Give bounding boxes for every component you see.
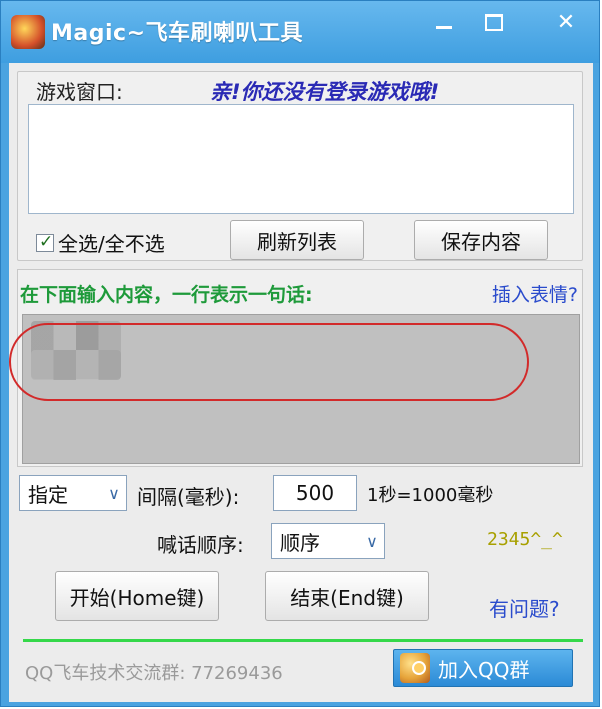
- qq-group-text: QQ飞车技术交流群: 77269436: [25, 663, 283, 684]
- message-textarea[interactable]: [9, 314, 580, 464]
- app-logo-icon: [11, 15, 45, 49]
- maximize-button[interactable]: [471, 7, 517, 37]
- minimize-button[interactable]: [421, 7, 467, 37]
- check-icon: ✓: [39, 231, 54, 252]
- minimize-icon: [436, 25, 452, 29]
- maximize-icon: [485, 13, 503, 31]
- close-icon: ✕: [556, 9, 576, 35]
- interval-input[interactable]: 500: [273, 475, 357, 511]
- window-title: Magic~飞车刷喇叭工具: [51, 21, 304, 46]
- select-all-toggle[interactable]: ✓ 全选/全不选: [36, 228, 165, 257]
- interval-label: 间隔(毫秒):: [137, 485, 240, 509]
- content-hint: 在下面输入内容，一行表示一句话:: [20, 284, 313, 306]
- divider-line: [23, 639, 583, 642]
- start-button[interactable]: 开始(Home键): [55, 571, 219, 621]
- help-link[interactable]: 有问题?: [489, 593, 560, 622]
- save-content-button[interactable]: 保存内容: [414, 220, 548, 260]
- order-select-value: 顺序: [280, 530, 320, 555]
- close-button[interactable]: ✕: [537, 7, 595, 37]
- interval-note: 1秒=1000毫秒: [367, 485, 494, 506]
- chevron-down-icon: ∨: [108, 483, 120, 503]
- select-all-label: 全选/全不选: [58, 232, 165, 256]
- select-all-checkbox[interactable]: ✓: [36, 231, 54, 252]
- login-notice: 亲!你还没有登录游戏哦!: [210, 80, 440, 104]
- order-select[interactable]: 顺序 ∨: [271, 523, 385, 559]
- chevron-down-icon: ∨: [366, 531, 378, 551]
- mode-select-value: 指定: [28, 482, 68, 507]
- join-qq-group-label: 加入QQ群: [438, 657, 530, 682]
- game-window-panel: 游戏窗口: 亲!你还没有登录游戏哦! ✓ 全选/全不选 刷新列表 保存内容: [17, 71, 583, 261]
- credit-text: 2345^_^: [487, 529, 563, 550]
- qq-group-icon: [400, 653, 430, 683]
- order-label: 喊话顺序:: [157, 533, 244, 557]
- stop-button[interactable]: 结束(End键): [265, 571, 429, 621]
- join-qq-group-button[interactable]: 加入QQ群: [393, 649, 573, 687]
- client-area: 游戏窗口: 亲!你还没有登录游戏哦! ✓ 全选/全不选 刷新列表 保存内容 在下…: [9, 63, 593, 702]
- insert-emoji-link[interactable]: 插入表情?: [492, 280, 578, 307]
- title-bar[interactable]: Magic~飞车刷喇叭工具 ✕: [1, 1, 599, 63]
- app-window: Magic~飞车刷喇叭工具 ✕ 游戏窗口: 亲!你还没有登录游戏哦! ✓ 全选/…: [0, 0, 600, 707]
- mode-select[interactable]: 指定 ∨: [19, 475, 127, 511]
- highlight-oval: [9, 323, 529, 401]
- game-window-label: 游戏窗口:: [36, 80, 123, 104]
- refresh-list-button[interactable]: 刷新列表: [230, 220, 364, 260]
- game-window-list[interactable]: [28, 104, 574, 214]
- content-panel: 在下面输入内容，一行表示一句话: 插入表情?: [9, 269, 583, 467]
